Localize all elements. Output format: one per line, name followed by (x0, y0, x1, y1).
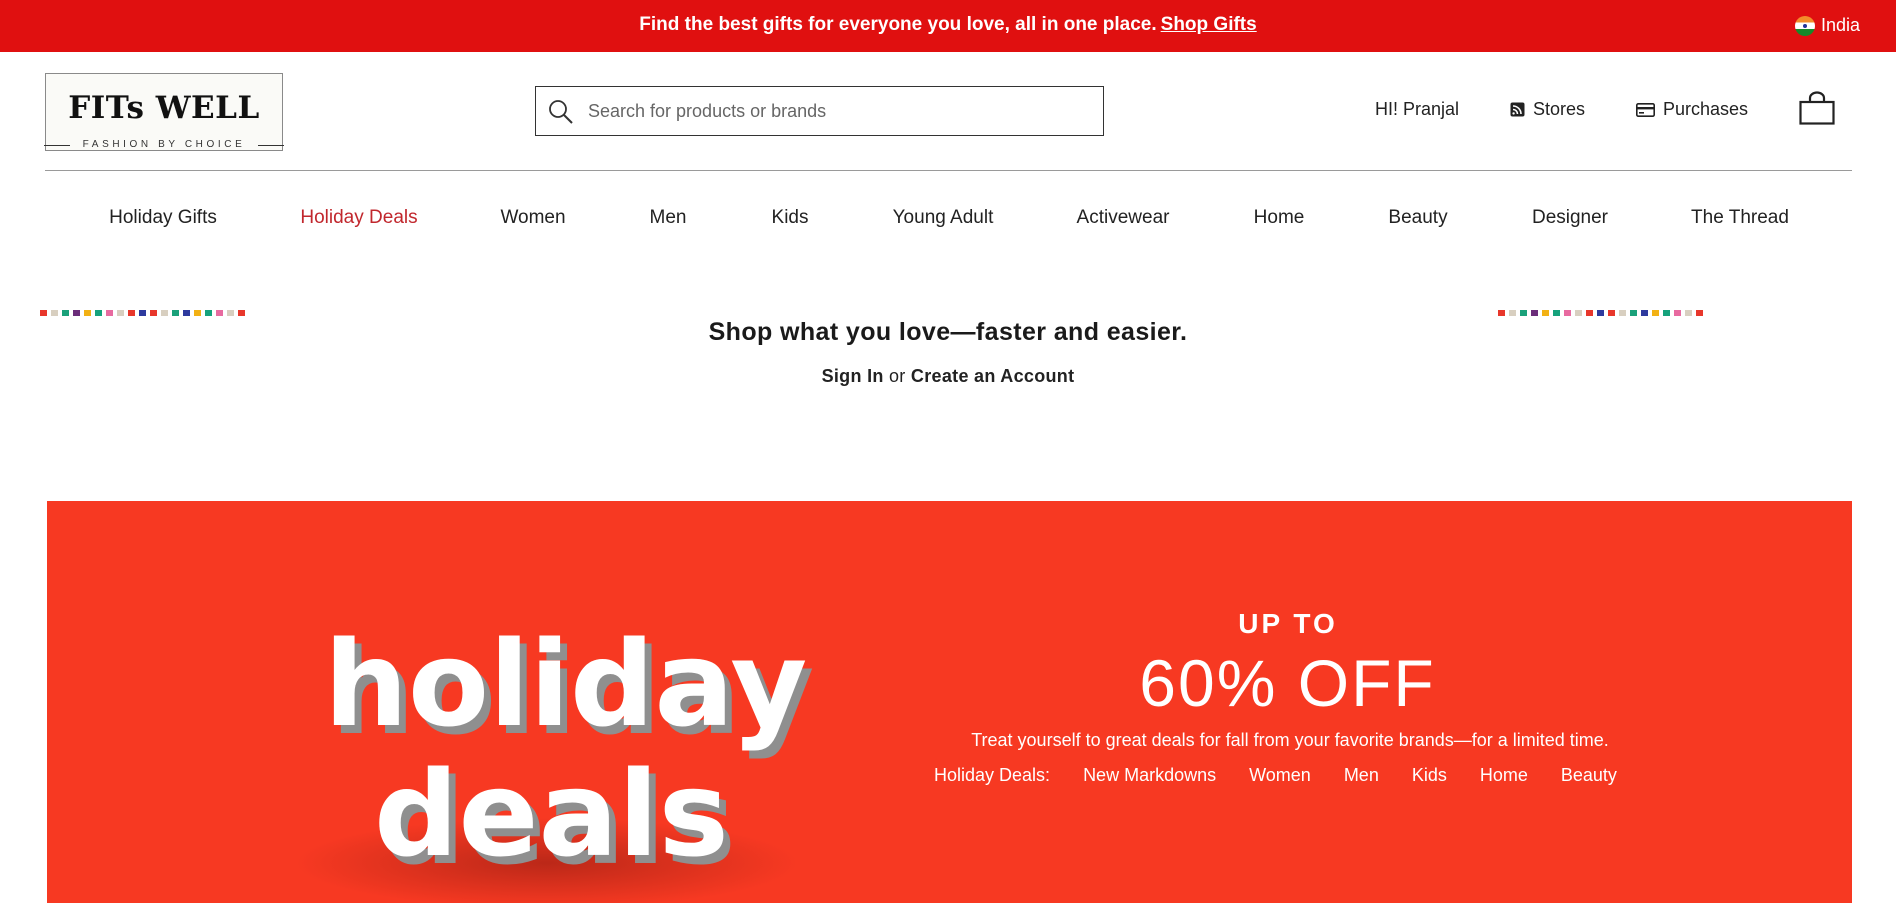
card-icon (1636, 102, 1655, 117)
country-selector[interactable]: India (1794, 15, 1860, 36)
banner-discount: 60% OFF (1139, 646, 1436, 720)
confetti-piece (1597, 310, 1604, 316)
confetti-piece (238, 310, 245, 316)
purchases-link[interactable]: Purchases (1636, 99, 1748, 120)
logo-wordmark: FITs WELL (68, 90, 260, 126)
confetti-piece (106, 310, 113, 316)
confetti-piece (1553, 310, 1560, 316)
country-label: India (1820, 15, 1860, 35)
site-logo[interactable]: FITs WELL FASHION BY CHOICE (44, 73, 284, 151)
confetti-piece (1608, 310, 1615, 316)
banner-description: Treat yourself to great deals for fall f… (971, 730, 1609, 750)
confetti-piece (150, 310, 157, 316)
confetti-piece (205, 310, 212, 316)
confetti-piece (139, 310, 146, 316)
confetti-piece (1575, 310, 1582, 316)
nav-beauty[interactable]: Beauty (1388, 207, 1447, 229)
confetti-piece (183, 310, 190, 316)
deal-link-new-markdowns[interactable]: New Markdowns (1083, 765, 1216, 786)
confetti-piece (1685, 310, 1692, 316)
confetti-piece (1641, 310, 1648, 316)
confetti-piece (1542, 310, 1549, 316)
confetti-piece (172, 310, 179, 316)
deal-link-beauty[interactable]: Beauty (1561, 765, 1617, 786)
confetti-piece (1663, 310, 1670, 316)
confetti-piece (117, 310, 124, 316)
sign-in-link[interactable]: Sign In (822, 366, 884, 386)
nav-young-adult[interactable]: Young Adult (893, 207, 994, 229)
confetti-piece (194, 310, 201, 316)
confetti-piece (216, 310, 223, 316)
confetti-piece (1674, 310, 1681, 316)
holiday-deals-artwork: holiday holiday deals deals (297, 615, 814, 903)
stores-link[interactable]: Stores (1510, 99, 1585, 120)
confetti-piece (1498, 310, 1505, 316)
confetti-piece (161, 310, 168, 316)
confetti-piece (84, 310, 91, 316)
confetti-piece (73, 310, 80, 316)
account-greeting[interactable]: HI! Pranjal (1375, 99, 1459, 120)
svg-text:deals: deals (374, 745, 729, 883)
confetti-piece (1630, 310, 1637, 316)
india-flag-icon (1794, 15, 1815, 36)
confetti-right (1498, 310, 1703, 317)
banner-deal-links: Holiday Deals: New Markdowns Women Men K… (934, 765, 1617, 786)
confetti-left (40, 310, 245, 317)
confetti-piece (1509, 310, 1516, 316)
deal-link-women[interactable]: Women (1249, 765, 1311, 786)
search-icon[interactable] (548, 99, 574, 125)
nav-home[interactable]: Home (1254, 207, 1305, 229)
greeting-label: HI! Pranjal (1375, 99, 1460, 119)
confetti-piece (62, 310, 69, 316)
account-prompt-links: Sign In or Create an Account (0, 366, 1896, 387)
header-divider (45, 170, 1852, 171)
svg-text:holiday: holiday (324, 615, 807, 753)
confetti-piece (51, 310, 58, 316)
nav-men[interactable]: Men (650, 207, 687, 229)
stores-icon (1510, 102, 1525, 117)
nav-women[interactable]: Women (500, 207, 565, 229)
confetti-piece (1531, 310, 1538, 316)
stores-label: Stores (1533, 99, 1586, 119)
promo-text: Find the best gifts for everyone you lov… (639, 14, 1157, 35)
confetti-piece (40, 310, 47, 316)
confetti-piece (128, 310, 135, 316)
shop-gifts-link[interactable]: Shop Gifts (1161, 14, 1257, 35)
deal-link-kids[interactable]: Kids (1412, 765, 1447, 786)
confetti-piece (1619, 310, 1626, 316)
purchases-label: Purchases (1663, 99, 1749, 119)
search-bar (535, 86, 1104, 136)
main-navigation: Holiday Gifts Holiday Deals Women Men Ki… (45, 205, 1852, 235)
deal-link-men[interactable]: Men (1344, 765, 1379, 786)
promo-message: Find the best gifts for everyone you lov… (0, 14, 1896, 36)
confetti-piece (95, 310, 102, 316)
deal-links-label: Holiday Deals: (934, 765, 1051, 785)
promo-bar: Find the best gifts for everyone you lov… (0, 0, 1896, 52)
holiday-deals-banner[interactable]: holiday holiday deals deals (47, 501, 1852, 903)
confetti-piece (1586, 310, 1593, 316)
nav-activewear[interactable]: Activewear (1077, 207, 1170, 229)
confetti-piece (1696, 310, 1703, 316)
confetti-piece (1652, 310, 1659, 316)
search-input[interactable] (536, 87, 1103, 135)
nav-holiday-gifts[interactable]: Holiday Gifts (109, 207, 217, 229)
nav-the-thread[interactable]: The Thread (1691, 207, 1789, 229)
nav-holiday-deals[interactable]: Holiday Deals (300, 207, 417, 229)
account-prompt-title: Shop what you love—faster and easier. (708, 318, 1188, 346)
shopping-bag-icon[interactable] (1799, 91, 1835, 125)
create-account-link[interactable]: Create an Account (911, 366, 1074, 386)
confetti-piece (227, 310, 234, 316)
confetti-piece (1564, 310, 1571, 316)
confetti-piece (1520, 310, 1527, 316)
or-text: or (889, 366, 906, 386)
deal-link-home[interactable]: Home (1480, 765, 1528, 786)
banner-up-to: UP TO (1238, 608, 1338, 639)
nav-designer[interactable]: Designer (1532, 207, 1608, 229)
nav-kids[interactable]: Kids (772, 207, 809, 229)
logo-tagline: FASHION BY CHOICE (44, 139, 284, 150)
